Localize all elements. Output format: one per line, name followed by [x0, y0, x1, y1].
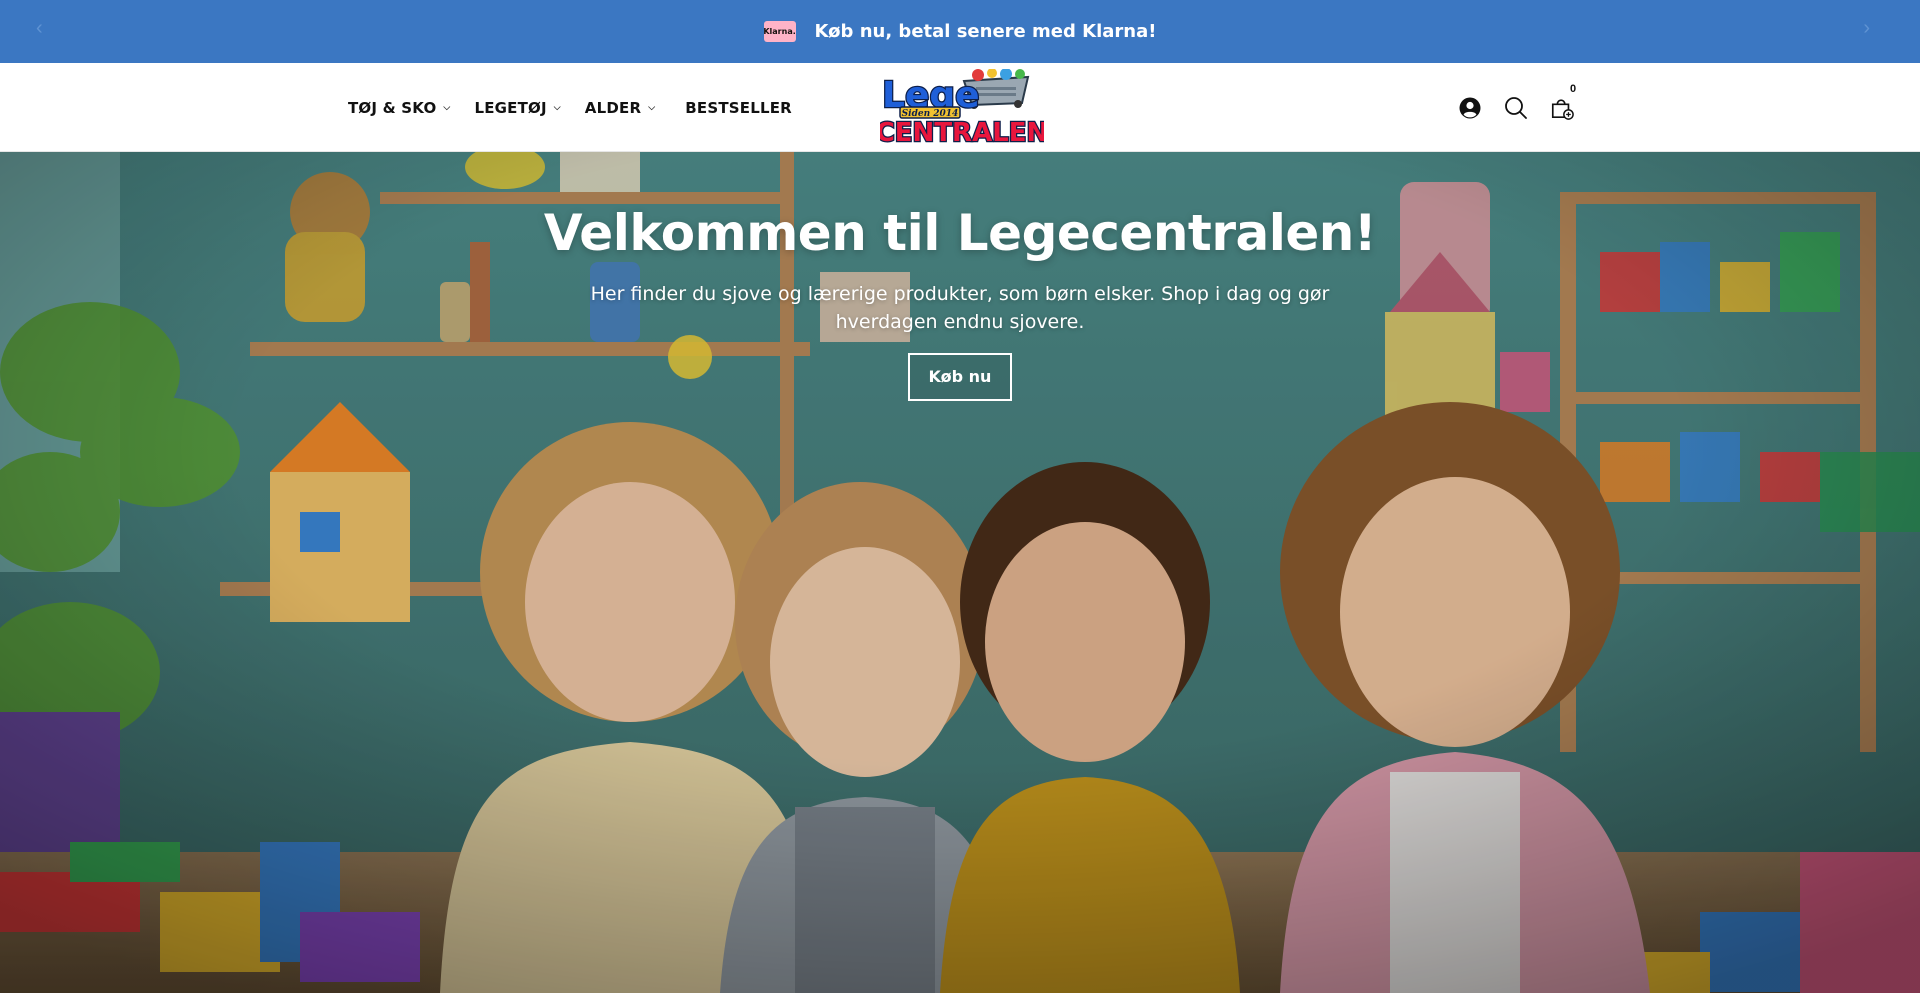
- search-icon[interactable]: [1504, 95, 1528, 121]
- nav-item-label: BESTSELLER: [685, 98, 792, 117]
- announcement-text: Køb nu, betal senere med Klarna!: [814, 21, 1157, 42]
- hero-title: Velkommen til Legecentralen!: [543, 204, 1377, 262]
- logo-line-2: CENTRALEN: [880, 118, 1044, 147]
- header-icons: [1458, 63, 1574, 152]
- announcement-prev-arrow-icon[interactable]: ‹: [36, 18, 43, 38]
- shop-now-button[interactable]: Køb nu: [908, 353, 1012, 401]
- site-logo[interactable]: Lege Siden 2014 CENTRALEN: [880, 69, 1044, 147]
- hero-banner: Velkommen til Legecentralen! Her finder …: [0, 152, 1920, 993]
- nav-item-label: ALDER: [584, 98, 642, 117]
- nav-item-legetoej[interactable]: LEGETØJ ⌵: [474, 99, 560, 117]
- announcement-bar: ‹ Klarna. Køb nu, betal senere med Klarn…: [0, 0, 1920, 63]
- cart-icon[interactable]: [1550, 95, 1574, 121]
- nav-item-label: LEGETØJ: [474, 98, 547, 117]
- announcement-next-arrow-icon[interactable]: ›: [1863, 18, 1870, 38]
- nav-item-label: TØJ & SKO: [348, 98, 437, 117]
- klarna-logo-icon: Klarna.: [763, 21, 796, 42]
- announcement-content: Klarna. Køb nu, betal senere med Klarna!: [763, 21, 1157, 42]
- account-icon[interactable]: [1458, 95, 1482, 121]
- hero-subtitle: Her finder du sjove og lærerige produkte…: [590, 283, 1330, 333]
- chevron-down-icon: ⌵: [648, 102, 656, 113]
- main-navigation: TØJ & SKO ⌵ LEGETØJ ⌵ ALDER ⌵ BESTSELLER: [348, 63, 816, 152]
- hero-content: Velkommen til Legecentralen! Her finder …: [0, 204, 1920, 401]
- chevron-down-icon: ⌵: [443, 102, 451, 113]
- chevron-down-icon: ⌵: [553, 102, 561, 113]
- cart-count-badge: 0: [1570, 83, 1577, 95]
- nav-item-alder[interactable]: ALDER ⌵: [585, 99, 655, 117]
- site-header: TØJ & SKO ⌵ LEGETØJ ⌵ ALDER ⌵ BESTSELLER: [0, 63, 1920, 152]
- nav-item-toej-sko[interactable]: TØJ & SKO ⌵: [348, 99, 450, 117]
- nav-item-bestseller[interactable]: BESTSELLER: [685, 99, 792, 117]
